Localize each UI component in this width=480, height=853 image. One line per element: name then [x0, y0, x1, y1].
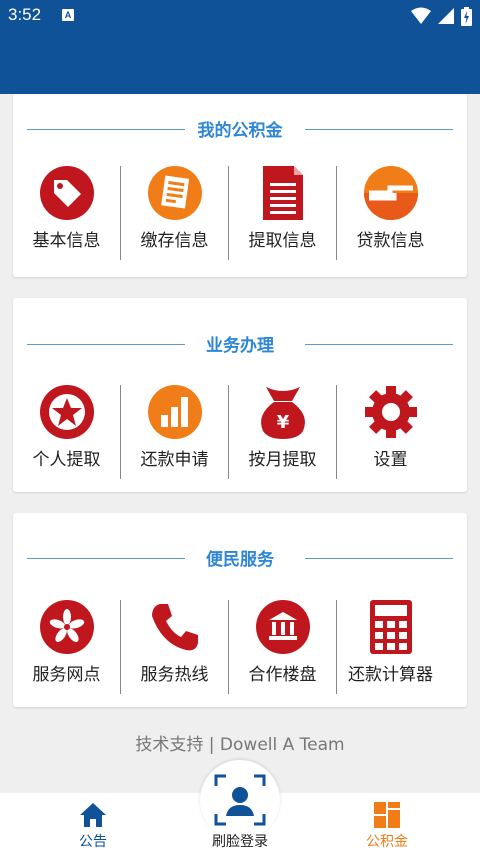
status-icons — [411, 6, 472, 26]
building-icon — [256, 600, 310, 654]
calculator-icon — [370, 600, 412, 654]
tech-support-text: 技术支持 | Dowell A Team — [135, 735, 345, 755]
section-header: 业务办理 — [13, 309, 467, 369]
face-login-button[interactable] — [200, 760, 280, 840]
face-scan-icon — [214, 774, 266, 826]
status-time: 3:52 — [8, 5, 42, 24]
menu-grid: 服务网点 服务热线 合作楼盘 还款计算器 — [13, 600, 467, 694]
battery-icon — [461, 6, 472, 26]
flower-icon — [40, 600, 94, 654]
menu-item-label: 贷款信息 — [356, 231, 425, 251]
title-divider-right — [305, 558, 453, 559]
menu-item-label: 还款计算器 — [348, 665, 433, 685]
phone-icon — [152, 604, 198, 651]
tag-icon — [40, 166, 94, 220]
menu-item-label: 服务网点 — [32, 665, 101, 685]
loan-icon — [364, 166, 418, 220]
menu-grid: 基本信息 缴存信息 提取信息 贷款信息 — [13, 166, 467, 260]
nav-tab-announcements[interactable]: 公告 — [33, 793, 153, 853]
menu-item-personal-withdraw[interactable]: 个人提取 — [13, 385, 120, 479]
menu-item-monthly-withdraw[interactable]: ¥ 按月提取 — [229, 385, 336, 479]
nav-tab-label: 公积金 — [366, 834, 408, 850]
menu-item-label: 按月提取 — [248, 450, 317, 470]
document-icon — [148, 166, 202, 220]
menu-item-label: 设置 — [373, 450, 408, 470]
menu-item-label: 提取信息 — [248, 231, 317, 251]
face-login-label: 刷脸登录 — [212, 834, 268, 850]
section-header: 便民服务 — [13, 523, 467, 583]
card-business: 业务办理 个人提取 还款申请 ¥ 按月提取 设置 — [13, 298, 467, 492]
svg-text:¥: ¥ — [277, 412, 290, 433]
money-bag-icon: ¥ — [261, 387, 305, 439]
menu-item-service-hotline[interactable]: 服务热线 — [121, 600, 228, 694]
menu-item-loan-info[interactable]: 贷款信息 — [337, 166, 444, 260]
menu-item-service-outlets[interactable]: 服务网点 — [13, 600, 120, 694]
menu-item-settings[interactable]: 设置 — [337, 385, 444, 479]
bar-chart-icon — [148, 385, 202, 439]
card-my-fund: 我的公积金 基本信息 缴存信息 提取信息 贷款信息 — [13, 94, 467, 277]
menu-item-partner-buildings[interactable]: 合作楼盘 — [229, 600, 336, 694]
menu-item-label: 个人提取 — [32, 450, 101, 470]
wifi-icon — [411, 7, 431, 24]
menu-grid: 个人提取 还款申请 ¥ 按月提取 设置 — [13, 385, 467, 479]
title-divider-right — [305, 344, 453, 345]
app-header — [0, 32, 480, 94]
menu-item-repayment-apply[interactable]: 还款申请 — [121, 385, 228, 479]
section-header: 我的公积金 — [13, 94, 467, 154]
gear-icon — [365, 386, 417, 438]
home-icon — [80, 803, 106, 827]
title-divider-right — [305, 129, 453, 130]
menu-item-repayment-calculator[interactable]: 还款计算器 — [337, 600, 444, 694]
nav-tab-label: 公告 — [79, 834, 107, 850]
menu-item-deposit-info[interactable]: 缴存信息 — [121, 166, 228, 260]
menu-item-basic-info[interactable]: 基本信息 — [13, 166, 120, 260]
signal-icon — [438, 8, 454, 24]
status-bar: 3:52 A — [0, 0, 480, 32]
star-icon — [40, 385, 94, 439]
menu-item-label: 缴存信息 — [140, 231, 209, 251]
card-convenience: 便民服务 服务网点 服务热线 合作楼盘 还款计算器 — [13, 513, 467, 707]
menu-item-withdraw-info[interactable]: 提取信息 — [229, 166, 336, 260]
menu-item-label: 服务热线 — [140, 665, 209, 685]
file-icon — [263, 166, 303, 220]
menu-item-label: 基本信息 — [32, 231, 101, 251]
menu-item-label: 合作楼盘 — [248, 665, 317, 685]
menu-item-label: 还款申请 — [140, 450, 209, 470]
nav-tab-provident-fund[interactable]: 公积金 — [327, 793, 447, 853]
grid-icon — [374, 802, 400, 828]
notification-badge: A — [62, 9, 74, 21]
